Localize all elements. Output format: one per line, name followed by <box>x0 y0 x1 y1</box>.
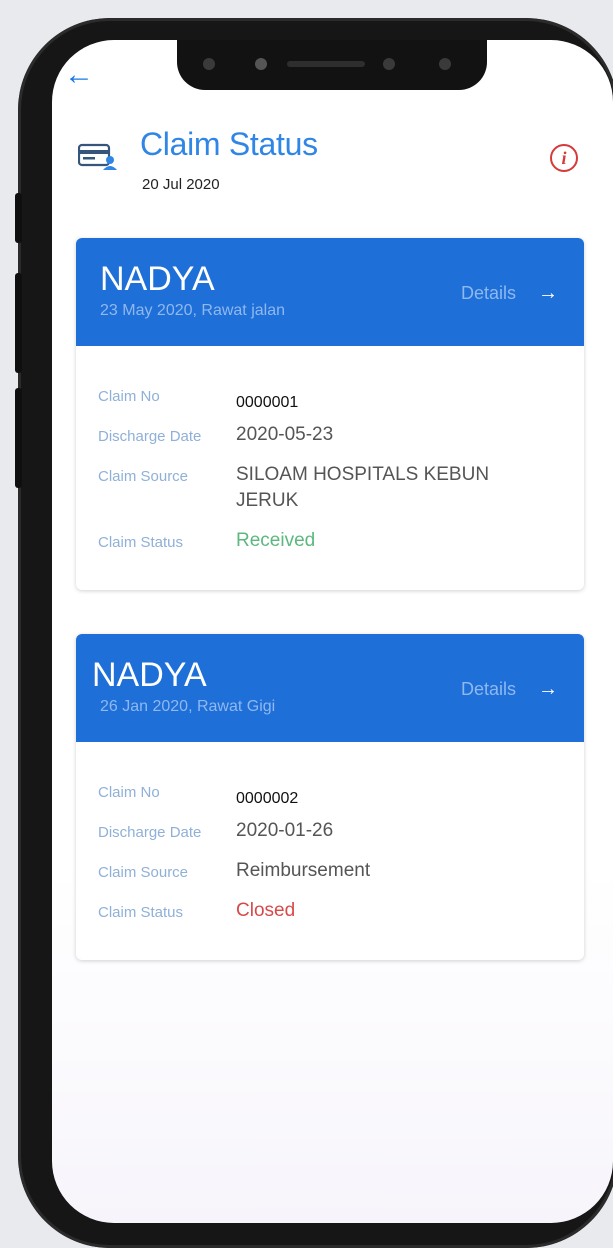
volume-down-button <box>15 388 22 488</box>
claim-source-label: Claim Source <box>98 468 189 485</box>
patient-name: NADYA <box>100 260 215 298</box>
sensor-dot <box>383 58 395 70</box>
claim-status-value: Received <box>236 530 316 551</box>
info-icon[interactable]: i <box>550 144 578 172</box>
arrow-right-icon: → <box>538 678 558 700</box>
claim-source-label: Claim Source <box>98 864 189 881</box>
mute-switch <box>15 193 22 243</box>
patient-name: NADYA <box>92 656 207 694</box>
page-date: 20 Jul 2020 <box>142 176 220 193</box>
claim-no-label: Claim No <box>98 388 160 405</box>
page-title: Claim Status <box>140 126 318 162</box>
speaker-grille <box>287 61 365 67</box>
details-link[interactable]: Details → <box>461 678 558 701</box>
sensor-dot <box>203 58 215 70</box>
claim-status-label: Claim Status <box>98 904 184 921</box>
details-label: Details <box>460 283 516 303</box>
claim-subtitle: 26 Jan 2020, Rawat Gigi <box>100 698 276 715</box>
claim-source-value: SILOAM HOSPITALS KEBUN JERUK <box>236 464 490 511</box>
claim-status-label: Claim Status <box>98 534 184 551</box>
claim-no-value: 0000002 <box>236 790 299 807</box>
arrow-right-icon: → <box>538 282 558 304</box>
discharge-date-value: 2020-05-23 <box>236 424 334 445</box>
claim-card-icon <box>78 143 117 170</box>
claim-no-label: Claim No <box>98 784 160 801</box>
volume-up-button <box>15 273 22 373</box>
discharge-date-label: Discharge Date <box>98 824 202 841</box>
discharge-date-value: 2020-01-26 <box>236 820 334 841</box>
details-link[interactable]: Details → <box>461 282 558 305</box>
arrow-left-icon[interactable]: ← <box>64 60 94 90</box>
discharge-date-label: Discharge Date <box>98 428 202 445</box>
claim-status-value: Closed <box>236 900 296 921</box>
claim-card-header[interactable]: NADYA 23 May 2020, Rawat jalan Details → <box>76 238 584 346</box>
claim-card: NADYA 23 May 2020, Rawat jalan Details → … <box>76 238 584 590</box>
claim-no-value: 0000001 <box>236 394 299 411</box>
app-screen: ← Claim Status 20 Jul 2020 i NADYA 23 Ma… <box>52 40 613 1223</box>
details-label: Details <box>460 679 516 699</box>
camera-dot <box>255 58 267 70</box>
claim-card: NADYA 26 Jan 2020, Rawat Gigi Details → C… <box>76 634 584 960</box>
claim-source-value: Reimbursement <box>236 860 371 881</box>
camera-notch <box>177 40 487 90</box>
sensor-dot <box>439 58 451 70</box>
claim-subtitle: 23 May 2020, Rawat jalan <box>100 302 285 319</box>
claim-card-header[interactable]: NADYA 26 Jan 2020, Rawat Gigi Details → <box>76 634 584 742</box>
